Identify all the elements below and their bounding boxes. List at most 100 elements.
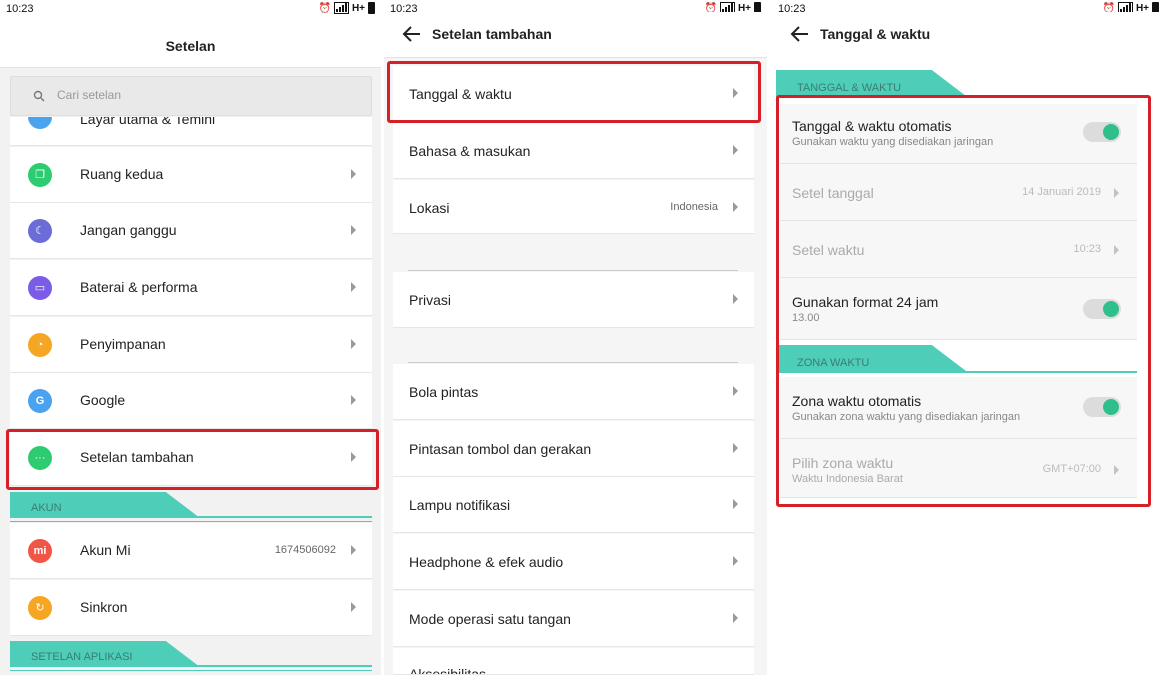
google-icon: G xyxy=(28,389,52,413)
list-item-aksesibilitas[interactable]: Aksesibilitas xyxy=(393,648,754,675)
back-arrow-icon[interactable] xyxy=(402,24,422,44)
setting-pick-zone[interactable]: Pilih zona waktu Waktu Indonesia Barat G… xyxy=(780,439,1137,498)
battery-icon: ▭ xyxy=(28,276,52,300)
copy-icon: ❐ xyxy=(28,163,52,187)
list-item-jangan-ganggu[interactable]: ☾ Jangan ganggu xyxy=(10,203,372,259)
section-line xyxy=(10,516,372,518)
chevron-right-icon xyxy=(733,88,738,98)
setting-auto-datetime[interactable]: Tanggal & waktu otomatis Gunakan waktu y… xyxy=(780,104,1137,164)
list-item-partial[interactable]: Layar utama & Temini xyxy=(10,117,372,146)
account-id: 1674506092 xyxy=(274,544,336,556)
section-line xyxy=(10,670,372,671)
section-label: SETELAN APLIKASI xyxy=(31,651,133,663)
chevron-right-icon xyxy=(351,339,356,349)
auto-datetime-toggle[interactable] xyxy=(1083,122,1121,142)
status-bar: 10:23 ⏰ H+ xyxy=(0,0,381,20)
chevron-right-icon xyxy=(1114,465,1119,475)
setting-sub: 13.00 xyxy=(792,312,820,324)
chevron-right-icon xyxy=(733,202,738,212)
list-item-label: Bola pintas xyxy=(409,384,479,400)
list-item-label: Lokasi xyxy=(409,200,450,216)
chevron-right-icon xyxy=(351,452,356,462)
chevron-right-icon xyxy=(351,395,356,405)
back-arrow-icon[interactable] xyxy=(790,24,810,44)
chevron-right-icon xyxy=(733,443,738,453)
setting-label: Setel waktu xyxy=(792,242,865,258)
list-item-label: Akun Mi xyxy=(80,542,131,558)
app-bar: Tanggal & waktu xyxy=(772,12,1165,58)
alarm-icon: ⏰ xyxy=(318,2,331,14)
section-header-akun: AKUN xyxy=(10,492,372,522)
list-item-mode-satu-tangan[interactable]: Mode operasi satu tangan xyxy=(393,591,754,647)
section-line xyxy=(776,371,1137,373)
location-value: Indonesia xyxy=(670,201,718,213)
status-time: 10:23 xyxy=(6,3,34,15)
setting-label: Gunakan format 24 jam xyxy=(792,294,939,310)
auto-zone-toggle[interactable] xyxy=(1083,397,1121,417)
list-item-sinkron[interactable]: ↻ Sinkron xyxy=(10,580,372,636)
list-item-label: Penyimpanan xyxy=(80,336,166,352)
group-divider xyxy=(408,362,738,363)
setting-set-time[interactable]: Setel waktu 10:23 xyxy=(780,221,1137,278)
list-item-penyimpanan[interactable]: ◔ Penyimpanan xyxy=(10,317,372,373)
time-value: 10:23 xyxy=(1073,243,1101,255)
storage-icon: ◔ xyxy=(28,333,52,357)
settings-screen: 10:23 ⏰ H+ Setelan Cari setelan Layar ut… xyxy=(0,0,381,675)
setting-set-date[interactable]: Setel tanggal 14 Januari 2019 xyxy=(780,164,1137,221)
setting-label: Zona waktu otomatis xyxy=(792,393,922,409)
app-bar: Setelan xyxy=(0,20,381,68)
signal-icon xyxy=(333,2,349,14)
list-item-google[interactable]: G Google xyxy=(10,373,372,429)
list-item-pintasan[interactable]: Pintasan tombol dan gerakan xyxy=(393,421,754,477)
chevron-right-icon xyxy=(1114,245,1119,255)
list-item-label: Privasi xyxy=(409,292,452,308)
setting-24-hour[interactable]: Gunakan format 24 jam 13.00 xyxy=(780,278,1137,340)
list-item-bola-pintas[interactable]: Bola pintas xyxy=(393,364,754,420)
section-label: AKUN xyxy=(31,502,62,514)
chevron-right-icon xyxy=(351,545,356,555)
list-item-label: Bahasa & masukan xyxy=(409,143,531,159)
list-item-lampu-notifikasi[interactable]: Lampu notifikasi xyxy=(393,477,754,533)
mi-icon: mi xyxy=(28,539,52,563)
setting-label: Setel tanggal xyxy=(792,185,874,201)
search-input[interactable]: Cari setelan xyxy=(10,76,372,116)
section-label: ZONA WAKTU xyxy=(797,357,870,369)
list-item-tanggal-waktu[interactable]: Tanggal & waktu xyxy=(393,66,754,122)
group-divider xyxy=(408,270,738,271)
list-item-lokasi[interactable]: Lokasi Indonesia xyxy=(393,180,754,234)
list-item-baterai[interactable]: ▭ Baterai & performa xyxy=(10,260,372,316)
chevron-right-icon xyxy=(351,169,356,179)
list-item-label: Google xyxy=(80,392,126,408)
list-item-label: Lampu notifikasi xyxy=(409,497,511,513)
search-placeholder: Cari setelan xyxy=(57,88,122,102)
chevron-right-icon xyxy=(1114,188,1119,198)
setting-sub: Gunakan zona waktu yang disediakan jarin… xyxy=(792,411,1021,423)
list-item-bahasa[interactable]: Bahasa & masukan xyxy=(393,123,754,179)
list-item-headphone[interactable]: Headphone & efek audio xyxy=(393,534,754,590)
search-icon xyxy=(33,90,45,102)
list-item-label: Headphone & efek audio xyxy=(409,554,564,570)
setting-auto-zone[interactable]: Zona waktu otomatis Gunakan zona waktu y… xyxy=(780,377,1137,439)
network-type: H+ xyxy=(351,2,365,14)
list-item-akun-mi[interactable]: mi Akun Mi 1674506092 xyxy=(10,523,372,579)
chevron-right-icon xyxy=(733,145,738,155)
list-item-setelan-tambahan[interactable]: ··· Setelan tambahan xyxy=(10,430,372,486)
setting-sub: Waktu Indonesia Barat xyxy=(792,473,903,485)
sync-icon: ↻ xyxy=(28,596,52,620)
more-icon: ··· xyxy=(28,446,52,470)
date-time-screen: 10:23 ⏰ H+ Tanggal & waktu TANGGAL & WAK… xyxy=(772,0,1165,675)
chevron-right-icon xyxy=(733,556,738,566)
list-item-label: Mode operasi satu tangan xyxy=(409,611,571,627)
section-label: TANGGAL & WAKTU xyxy=(797,82,902,94)
setting-label: Tanggal & waktu otomatis xyxy=(792,118,952,134)
list-item-ruang-kedua[interactable]: ❐ Ruang kedua xyxy=(10,147,372,203)
setting-label: Pilih zona waktu xyxy=(792,455,894,471)
app-bar: Setelan tambahan xyxy=(384,12,767,58)
setting-sub: Gunakan waktu yang disediakan jaringan xyxy=(792,136,994,148)
toggle-knob xyxy=(1103,124,1119,140)
list-item-label: Setelan tambahan xyxy=(80,449,194,465)
format24-toggle[interactable] xyxy=(1083,299,1121,319)
list-item-label: Aksesibilitas xyxy=(409,666,487,675)
list-item-privasi[interactable]: Privasi xyxy=(393,272,754,328)
page-title: Setelan xyxy=(165,38,216,54)
